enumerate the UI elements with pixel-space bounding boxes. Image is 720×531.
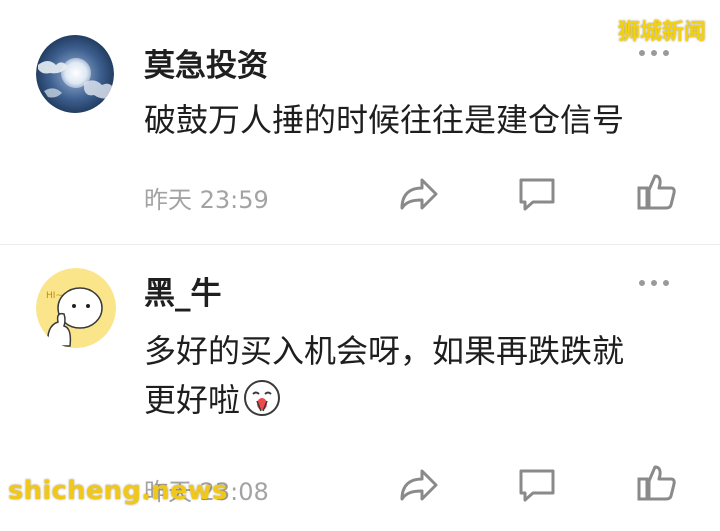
- timestamp: 昨天 23:59: [144, 186, 269, 214]
- avatar-caption: HI~: [46, 291, 63, 301]
- avatar[interactable]: [36, 35, 114, 113]
- username[interactable]: 黑_牛: [144, 268, 222, 313]
- comment-text-line: 多好的买入机会呀，如果再跌跌就: [144, 332, 625, 370]
- share-icon[interactable]: [396, 174, 440, 214]
- comment-text-fragment: 更好啦: [144, 381, 241, 419]
- comment-text-line: 破鼓万人捶的时候往往是建仓信号: [144, 101, 625, 139]
- watermark-top: 狮城新闻: [617, 20, 706, 45]
- like-icon[interactable]: [635, 170, 679, 210]
- comment-text-line: 更好啦: [144, 376, 704, 431]
- reply-icon[interactable]: [515, 465, 559, 505]
- share-icon[interactable]: [396, 465, 440, 505]
- praying-face-emoji: [243, 379, 281, 431]
- watermark-bottom: shicheng.news: [8, 476, 228, 506]
- comment-text: 多好的买入机会呀，如果再跌跌就 更好啦: [144, 327, 704, 431]
- avatar[interactable]: HI~: [36, 268, 116, 348]
- like-icon[interactable]: [635, 461, 679, 501]
- reply-icon[interactable]: [515, 174, 559, 214]
- comment-text: 破鼓万人捶的时候往往是建仓信号: [144, 96, 704, 145]
- comment-item: 莫急投资 破鼓万人捶的时候往往是建仓信号 昨天 23:59: [0, 0, 720, 245]
- more-icon[interactable]: [636, 276, 672, 290]
- username[interactable]: 莫急投资: [144, 40, 268, 85]
- more-icon[interactable]: [636, 46, 672, 60]
